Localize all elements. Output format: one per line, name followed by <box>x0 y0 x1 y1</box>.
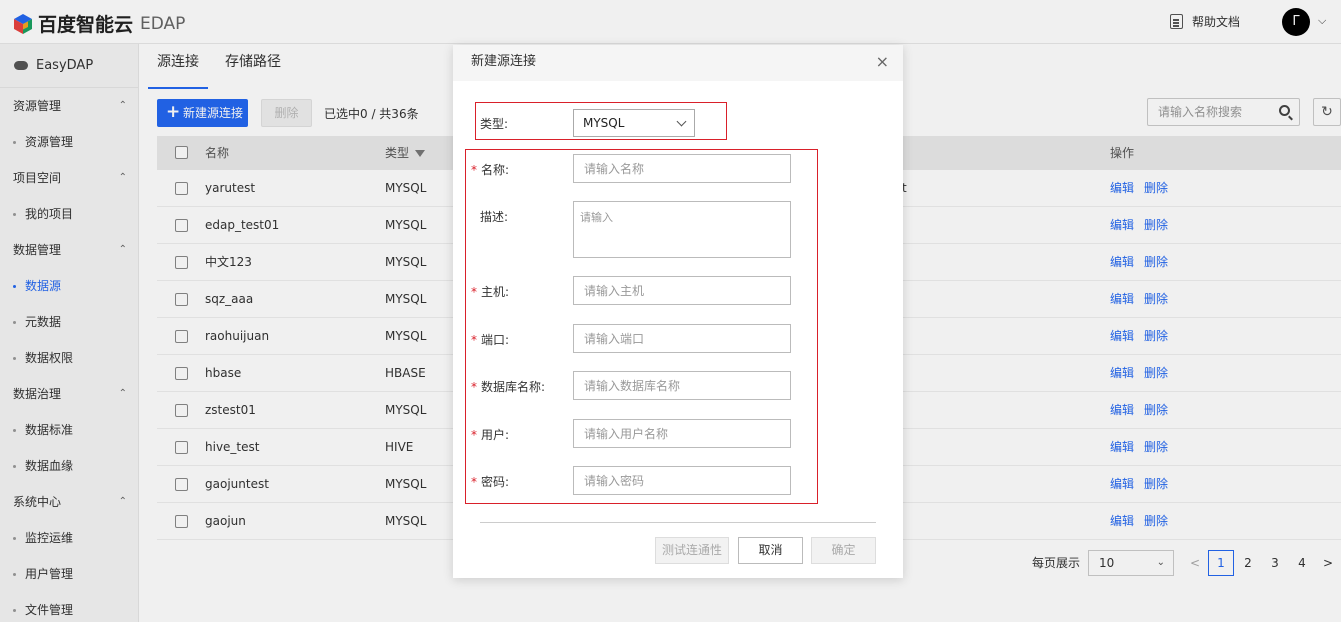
dialog-divider <box>480 522 876 523</box>
name-label: * 名称: <box>471 161 509 178</box>
test-connection-button[interactable]: 测试连通性 <box>655 537 729 564</box>
new-connection-dialog: 新建源连接 × 类型: MYSQL * 名称: 描述: * 主机: * 端口: * 数据… <box>453 45 903 578</box>
required-mark: * <box>471 333 477 347</box>
type-label: 类型: <box>480 117 509 131</box>
close-icon[interactable]: × <box>876 45 889 79</box>
chevron-down-icon <box>676 116 687 127</box>
dialog-header: 新建源连接 × <box>453 45 903 81</box>
user-input[interactable] <box>573 419 791 448</box>
user-label-text: 用户: <box>481 428 510 442</box>
required-mark: * <box>471 475 477 489</box>
confirm-button[interactable]: 确定 <box>811 537 876 564</box>
port-label: * 端口: <box>471 331 509 348</box>
password-label-text: 密码: <box>481 475 510 489</box>
cancel-button[interactable]: 取消 <box>738 537 803 564</box>
database-name-label-text: 数据库名称: <box>481 380 546 394</box>
description-input[interactable] <box>573 201 791 258</box>
type-select-value: MYSQL <box>583 116 625 130</box>
database-name-label: * 数据库名称: <box>471 378 545 395</box>
type-select[interactable]: MYSQL <box>573 109 695 137</box>
required-mark: * <box>471 428 477 442</box>
database-name-input[interactable] <box>573 371 791 400</box>
host-label: * 主机: <box>471 283 509 300</box>
name-input[interactable] <box>573 154 791 183</box>
required-mark: * <box>471 163 477 177</box>
host-label-text: 主机: <box>481 285 510 299</box>
password-label: * 密码: <box>471 473 509 490</box>
password-input[interactable] <box>573 466 791 495</box>
name-label-text: 名称: <box>481 163 510 177</box>
port-label-text: 端口: <box>481 333 510 347</box>
port-input[interactable] <box>573 324 791 353</box>
dialog-title: 新建源连接 <box>471 54 537 69</box>
required-mark: * <box>471 380 477 394</box>
user-label: * 用户: <box>471 426 509 443</box>
host-input[interactable] <box>573 276 791 305</box>
description-label: 描述: <box>480 210 509 224</box>
required-mark: * <box>471 285 477 299</box>
